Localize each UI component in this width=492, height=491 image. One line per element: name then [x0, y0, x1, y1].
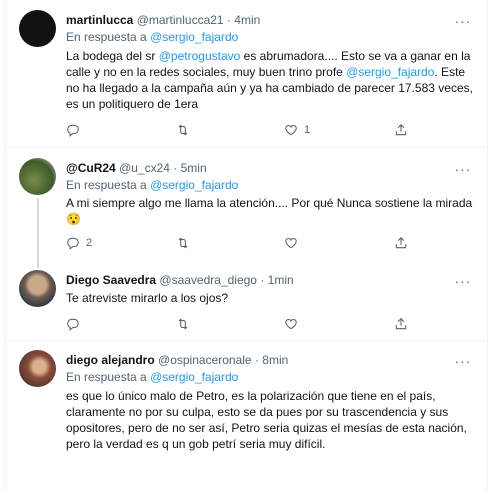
avatar[interactable]	[19, 350, 56, 387]
more-icon[interactable]: ···	[454, 354, 472, 370]
tweet-text-part: La bodega del sr	[66, 49, 159, 63]
mention-link[interactable]: @petrogustavo	[159, 49, 241, 63]
tweet-header: Diego Saavedra @saavedra_diego · 1min	[66, 272, 294, 288]
tweet-time[interactable]: · 5min	[173, 161, 206, 175]
tweet-actions	[66, 315, 426, 333]
tweet-text: es que lo único malo de Petro, es la pol…	[66, 389, 467, 451]
tweet-header: @CuR24 @u_cx24 · 5min	[66, 160, 207, 176]
avatar[interactable]	[19, 270, 56, 307]
like-button[interactable]: 1	[284, 121, 310, 139]
tweet-time[interactable]: · 1min	[260, 273, 293, 287]
like-icon	[285, 125, 297, 136]
reply-button[interactable]: 2	[66, 234, 92, 252]
reply-prefix: En respuesta a	[66, 30, 147, 44]
author-name[interactable]: diego alejandro	[66, 353, 155, 367]
tweet-actions: 1	[66, 121, 426, 139]
share-icon	[395, 124, 407, 136]
avatar[interactable]	[19, 158, 56, 195]
more-icon[interactable]: ···	[454, 14, 472, 30]
share-button[interactable]	[394, 234, 408, 252]
reply-count: 2	[86, 237, 93, 249]
reply-context: En respuesta a @sergio_fajardo	[66, 177, 238, 193]
like-button[interactable]	[284, 315, 304, 333]
share-icon	[395, 318, 407, 330]
mention-link[interactable]: @sergio_fajardo	[346, 65, 434, 79]
more-icon[interactable]: ···	[454, 274, 472, 290]
author-name[interactable]: martinlucca	[66, 13, 133, 27]
reply-prefix: En respuesta a	[66, 370, 147, 384]
retweet-icon	[178, 237, 188, 249]
reply-to-link[interactable]: @sergio_fajardo	[150, 30, 238, 44]
retweet-button[interactable]	[176, 315, 196, 333]
retweet-button[interactable]	[176, 121, 196, 139]
like-icon	[285, 238, 297, 249]
more-icon[interactable]: ···	[454, 162, 472, 178]
author-handle[interactable]: @u_cx24	[119, 161, 170, 175]
share-button[interactable]	[394, 315, 408, 333]
reply-button[interactable]	[66, 121, 86, 139]
thread-line	[37, 198, 39, 258]
reply-to-link[interactable]: @sergio_fajardo	[150, 370, 238, 384]
tweet-time[interactable]: · 8min	[255, 353, 288, 367]
reply-icon	[67, 237, 79, 250]
tweet-time[interactable]: · 4min	[227, 13, 260, 27]
reply-button[interactable]	[66, 315, 86, 333]
like-button[interactable]	[284, 234, 304, 252]
tweet-text: A mi siempre algo me llama la atención..…	[66, 196, 473, 226]
reply-context: En respuesta a @sergio_fajardo	[66, 369, 238, 385]
author-name[interactable]: @CuR24	[66, 161, 116, 175]
reply-to-link[interactable]: @sergio_fajardo	[150, 178, 238, 192]
tweet-header: martinlucca @martinlucca21 · 4min	[66, 12, 260, 28]
reply-icon	[67, 318, 79, 331]
tweet[interactable]: martinlucca @martinlucca21 · 4min ··· En…	[4, 0, 488, 144]
retweet-button[interactable]	[176, 234, 196, 252]
tweet[interactable]: Diego Saavedra @saavedra_diego · 1min ··…	[4, 258, 488, 338]
tweet-text: Te atreviste mirarlo a los ojos?	[66, 291, 229, 305]
share-icon	[395, 237, 407, 249]
avatar[interactable]	[19, 10, 56, 47]
like-icon	[285, 319, 297, 330]
retweet-icon	[178, 124, 188, 136]
share-button[interactable]	[394, 121, 408, 139]
tweet[interactable]: @CuR24 @u_cx24 · 5min ··· En respuesta a…	[4, 148, 488, 258]
tweet-text: La bodega del sr @petrogustavo es abruma…	[66, 48, 476, 112]
reply-prefix: En respuesta a	[66, 178, 147, 192]
like-count: 1	[304, 124, 311, 136]
tweet[interactable]: diego alejandro @ospinaceronale · 8min ·…	[4, 341, 488, 491]
tweet-header: diego alejandro @ospinaceronale · 8min	[66, 352, 288, 368]
retweet-icon	[178, 318, 188, 330]
reply-context: En respuesta a @sergio_fajardo	[66, 29, 238, 45]
reply-icon	[67, 124, 79, 137]
thread-line	[37, 258, 39, 268]
author-handle[interactable]: @saavedra_diego	[159, 273, 257, 287]
author-name[interactable]: Diego Saavedra	[66, 273, 156, 287]
author-handle[interactable]: @martinlucca21	[137, 13, 224, 27]
author-handle[interactable]: @ospinaceronale	[158, 353, 252, 367]
tweet-actions: 2	[66, 234, 426, 252]
